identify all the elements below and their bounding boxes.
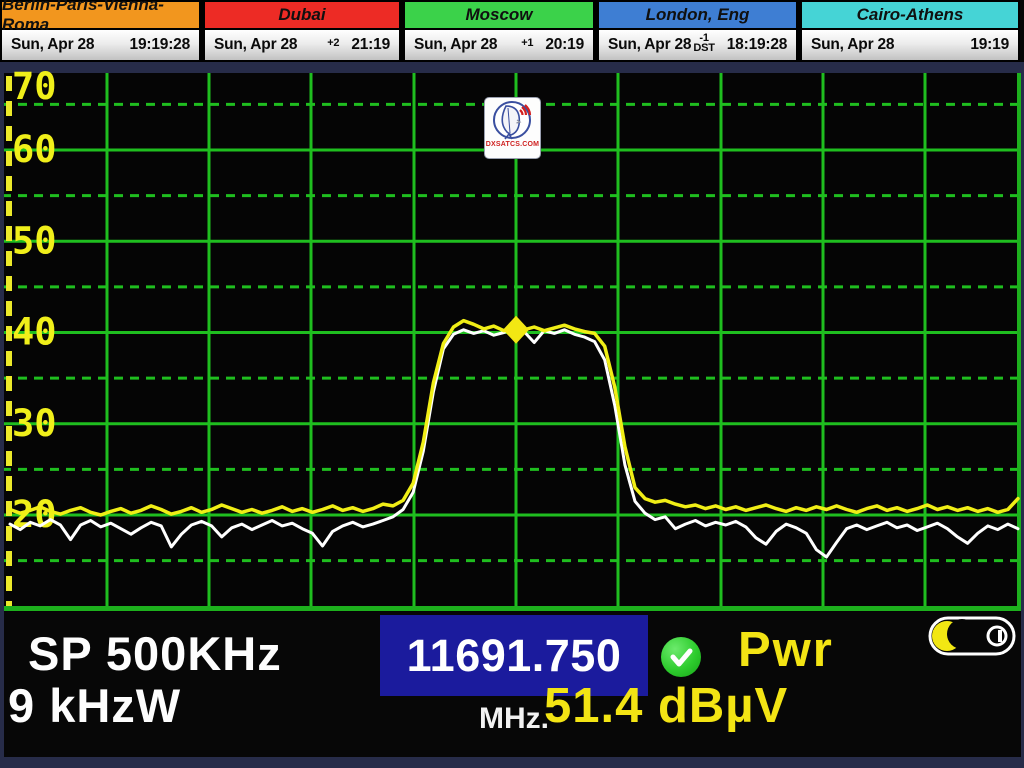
power-label: Pwr — [738, 622, 834, 678]
clock-date: Sun, Apr 28 — [214, 36, 325, 54]
world-clock-bar: Berlin-Paris-Vienna-Roma Sun, Apr 28 19:… — [0, 0, 1020, 62]
clock-city-label: Moscow — [403, 0, 595, 30]
clock-tz-offset: -1 DST — [693, 33, 714, 53]
clock-time-row: Sun, Apr 28 19:19 — [800, 30, 1020, 62]
clock-tz-offset: +1 — [521, 38, 533, 48]
clock-time-value: 19:19 — [970, 36, 1009, 54]
frequency-value: 11691.750 — [407, 630, 622, 682]
span-label: SP 500KHz — [28, 626, 282, 681]
clock-date: Sun, Apr 28 — [608, 36, 691, 54]
clock-time-value: 21:19 — [351, 36, 390, 54]
logo-text: DXSATCS.COM — [486, 141, 539, 148]
satellite-dish-icon — [491, 100, 535, 142]
plot-top-strip — [0, 62, 1024, 73]
power-value: 51.4 dBµV — [544, 678, 788, 734]
clock-time-row: Sun, Apr 28 19:19:28 — [0, 30, 201, 62]
clock-date: Sun, Apr 28 — [414, 36, 519, 54]
clock-city-label: London, Eng — [597, 0, 798, 30]
clock-cell-cairo: Cairo-Athens Sun, Apr 28 19:19 — [800, 0, 1020, 62]
readout-bar: SP 500KHz 9 kHzW 11691.750 MHz. Pwr 51.4… — [0, 612, 1024, 768]
frame-edge-left — [0, 62, 4, 768]
clock-time-value: 18:19:28 — [727, 36, 787, 54]
clock-tz-offset: +2 — [327, 38, 339, 48]
bandwidth-label: 9 kHzW — [8, 678, 181, 733]
clock-date: Sun, Apr 28 — [11, 36, 116, 54]
spectrum-plot-area: 706050403020 DXSATCS.COM — [0, 62, 1024, 612]
clock-time-row: Sun, Apr 28 +1 20:19 — [403, 30, 595, 62]
clock-time-value: 20:19 — [545, 36, 584, 54]
y-tick-label: 50 — [12, 219, 57, 262]
dxsatcs-logo: DXSATCS.COM — [484, 97, 541, 159]
clock-time-value: 19:19:28 — [130, 36, 190, 54]
y-tick-label: 60 — [12, 128, 57, 171]
clock-cell-moscow: Moscow Sun, Apr 28 +1 20:19 — [403, 0, 595, 62]
clock-time-row: Sun, Apr 28 -1 DST 18:19:28 — [597, 30, 798, 62]
clock-date: Sun, Apr 28 — [811, 36, 956, 54]
spectrum-analyzer-screen: Berlin-Paris-Vienna-Roma Sun, Apr 28 19:… — [0, 0, 1024, 768]
clock-city-label: Berlin-Paris-Vienna-Roma — [0, 0, 201, 30]
lock-check-icon — [661, 637, 701, 677]
y-tick-label: 30 — [12, 402, 57, 445]
clock-cell-london: London, Eng Sun, Apr 28 -1 DST 18:19:28 — [597, 0, 798, 62]
power-toggle[interactable] — [928, 616, 1016, 656]
clock-cell-dubai: Dubai Sun, Apr 28 +2 21:19 — [203, 0, 401, 62]
clock-city-label: Dubai — [203, 0, 401, 30]
plot-border-bottom — [0, 606, 1024, 611]
clock-city-label: Cairo-Athens — [800, 0, 1020, 30]
y-tick-label: 70 — [12, 65, 57, 108]
frame-edge-bottom — [0, 757, 1024, 768]
y-tick-label: 40 — [12, 311, 57, 354]
clock-time-row: Sun, Apr 28 +2 21:19 — [203, 30, 401, 62]
clock-cell-berlin: Berlin-Paris-Vienna-Roma Sun, Apr 28 19:… — [0, 0, 201, 62]
